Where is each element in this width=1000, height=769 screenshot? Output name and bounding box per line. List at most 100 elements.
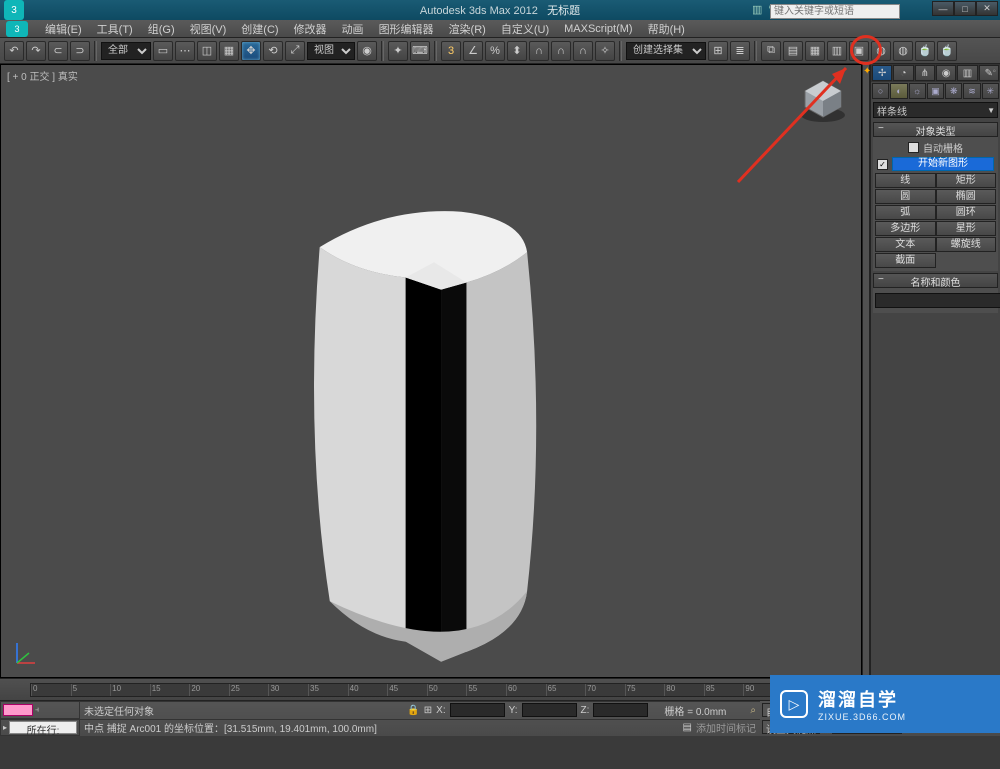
- render-setup-icon[interactable]: ▥: [827, 41, 847, 61]
- lock-icon[interactable]: 🔒: [407, 705, 419, 716]
- btn-line[interactable]: 线: [875, 173, 936, 188]
- undo-icon[interactable]: ↶: [4, 41, 24, 61]
- percent-snap-icon[interactable]: %: [485, 41, 505, 61]
- y-coord[interactable]: [522, 703, 577, 717]
- snap3-icon[interactable]: ∩: [573, 41, 593, 61]
- object-name-input[interactable]: [875, 293, 1000, 308]
- teapot-icon[interactable]: 🍵: [915, 41, 935, 61]
- subtab-helpers-icon[interactable]: ❋: [945, 83, 962, 99]
- select-rect-icon[interactable]: ◫: [197, 41, 217, 61]
- category-dropdown[interactable]: 样条线: [873, 102, 998, 118]
- menu-view[interactable]: 视图(V): [184, 20, 233, 38]
- align-icon[interactable]: ⊞: [708, 41, 728, 61]
- named-sel-set[interactable]: 创建选择集: [626, 42, 706, 60]
- tab-display-icon[interactable]: ▥: [957, 65, 977, 81]
- menu-grapheditor[interactable]: 图形编辑器: [373, 20, 440, 38]
- coord-icon[interactable]: ⊞: [424, 705, 432, 716]
- selection-filter[interactable]: 全部: [101, 42, 151, 60]
- render-prod-icon[interactable]: ◍: [893, 41, 913, 61]
- ref-coord[interactable]: 视图: [307, 42, 355, 60]
- tab-create-icon[interactable]: ✢: [872, 65, 892, 81]
- render-frame-icon[interactable]: ▣: [849, 41, 869, 61]
- subtab-lights-icon[interactable]: ☼: [909, 83, 926, 99]
- btn-section[interactable]: 截面: [875, 253, 936, 268]
- minimize-button[interactable]: —: [932, 1, 954, 16]
- edit-named-icon[interactable]: ∩: [529, 41, 549, 61]
- tab-modify-icon[interactable]: ◔: [893, 65, 913, 81]
- add-time-tag[interactable]: 添加时间标记: [696, 720, 756, 735]
- maximize-button[interactable]: □: [954, 1, 976, 16]
- startnew-checkbox[interactable]: ✓: [877, 159, 888, 170]
- menu-help[interactable]: 帮助(H): [642, 20, 691, 38]
- btn-donut[interactable]: 圆环: [936, 205, 997, 220]
- layer-icon[interactable]: ≣: [730, 41, 750, 61]
- menu-group[interactable]: 组(G): [142, 20, 181, 38]
- help-search[interactable]: [770, 1, 900, 19]
- app-icon[interactable]: 3: [4, 0, 24, 20]
- curve-editor-icon[interactable]: ⧉: [761, 41, 781, 61]
- app-menu-icon[interactable]: 3: [6, 21, 28, 37]
- menu-customize[interactable]: 自定义(U): [495, 20, 555, 38]
- subtab-systems-icon[interactable]: ✳: [982, 83, 999, 99]
- subtab-geom-icon[interactable]: ○: [872, 83, 889, 99]
- select-move-icon[interactable]: ✥: [241, 41, 261, 61]
- material-editor-icon[interactable]: ▦: [805, 41, 825, 61]
- rollout-name-color[interactable]: 名称和颜色: [873, 273, 998, 288]
- menu-tools[interactable]: 工具(T): [91, 20, 139, 38]
- btn-rectangle[interactable]: 矩形: [936, 173, 997, 188]
- key-icon[interactable]: ⌕: [750, 705, 756, 716]
- viewcube-icon[interactable]: [797, 75, 849, 127]
- goto-line-button[interactable]: 所在行:: [9, 721, 77, 734]
- btn-ngon[interactable]: 多边形: [875, 221, 936, 236]
- rollout-object-type[interactable]: 对象类型: [873, 122, 998, 137]
- mirror-icon[interactable]: ✧: [595, 41, 615, 61]
- select-name-icon[interactable]: ⋯: [175, 41, 195, 61]
- menu-render[interactable]: 渲染(R): [443, 20, 492, 38]
- redo-icon[interactable]: ↷: [26, 41, 46, 61]
- btn-ellipse[interactable]: 椭圆: [936, 189, 997, 204]
- subtab-shapes-icon[interactable]: ◐: [890, 83, 907, 99]
- x-coord[interactable]: [450, 703, 505, 717]
- start-new-shape-button[interactable]: 开始新图形: [892, 157, 994, 171]
- manip-icon[interactable]: ✦: [388, 41, 408, 61]
- subtab-cameras-icon[interactable]: ▣: [927, 83, 944, 99]
- angle-snap-icon[interactable]: ∠: [463, 41, 483, 61]
- menu-edit[interactable]: 编辑(E): [39, 20, 88, 38]
- viewport[interactable]: [ + 0 正交 ] 真实: [0, 64, 862, 678]
- snap-icon[interactable]: 3: [441, 41, 461, 61]
- search-input[interactable]: [770, 4, 900, 19]
- viewport-divider[interactable]: ✦: [862, 64, 870, 678]
- icon-1[interactable]: ▥: [752, 3, 766, 17]
- select-icon[interactable]: ▭: [153, 41, 173, 61]
- teapot2-icon[interactable]: 🍵: [937, 41, 957, 61]
- window-crossing-icon[interactable]: ▦: [219, 41, 239, 61]
- close-button[interactable]: ✕: [976, 1, 998, 16]
- z-coord[interactable]: [593, 703, 648, 717]
- subtab-space-icon[interactable]: ≋: [963, 83, 980, 99]
- pivot-icon[interactable]: ◉: [357, 41, 377, 61]
- btn-arc[interactable]: 弧: [875, 205, 936, 220]
- menu-create[interactable]: 创建(C): [235, 20, 284, 38]
- keyboard-icon[interactable]: ⌨: [410, 41, 430, 61]
- btn-text[interactable]: 文本: [875, 237, 936, 252]
- btn-star[interactable]: 星形: [936, 221, 997, 236]
- btn-circle[interactable]: 圆: [875, 189, 936, 204]
- spinner-snap-icon[interactable]: ⬍: [507, 41, 527, 61]
- tab-hierarchy-icon[interactable]: ⋔: [915, 65, 935, 81]
- timeline-track[interactable]: 0510 152025 303540 455055 606570 758085 …: [30, 683, 784, 697]
- link-icon[interactable]: ⊂: [48, 41, 68, 61]
- script-icon[interactable]: ▤: [683, 722, 692, 733]
- select-rotate-icon[interactable]: ⟲: [263, 41, 283, 61]
- unlink-icon[interactable]: ⊃: [70, 41, 90, 61]
- render-icon[interactable]: ◍: [871, 41, 891, 61]
- tab-motion-icon[interactable]: ◉: [936, 65, 956, 81]
- menu-modifiers[interactable]: 修改器: [288, 20, 333, 38]
- select-scale-icon[interactable]: ⤢: [285, 41, 305, 61]
- track-color-swatch[interactable]: [3, 704, 33, 716]
- schematic-icon[interactable]: ▤: [783, 41, 803, 61]
- autogrid-checkbox[interactable]: [908, 142, 919, 153]
- snap2-icon[interactable]: ∩: [551, 41, 571, 61]
- menu-maxscript[interactable]: MAXScript(M): [558, 22, 638, 36]
- menu-anim[interactable]: 动画: [336, 20, 370, 38]
- btn-helix[interactable]: 螺旋线: [936, 237, 997, 252]
